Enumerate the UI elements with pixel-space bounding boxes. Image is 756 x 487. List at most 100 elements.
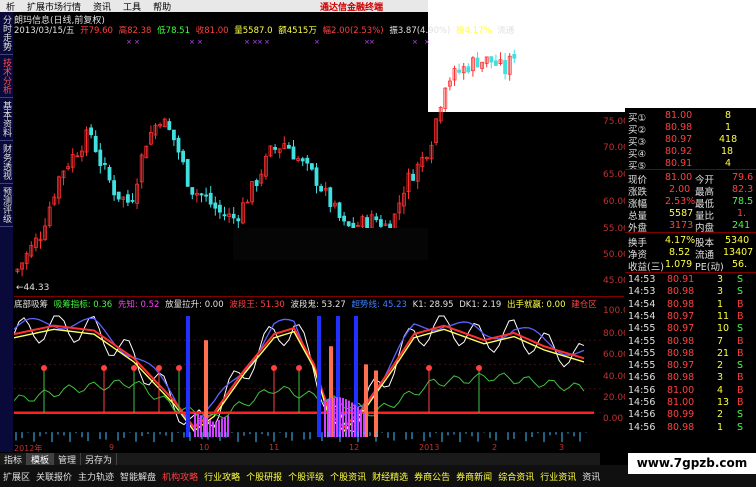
signal-bar <box>186 316 190 437</box>
indicator-chart[interactable] <box>14 308 604 443</box>
candle-body <box>346 221 351 227</box>
signal-dot <box>426 365 432 372</box>
menu-item-tools[interactable]: 工具 <box>117 0 147 13</box>
signal-marker: × <box>189 38 195 46</box>
tab-basic-info[interactable]: 基本资料 <box>0 98 13 141</box>
candle-body <box>309 163 314 170</box>
date-label: 2013 <box>419 443 440 452</box>
menu-item-analysis[interactable]: 析 <box>0 0 21 13</box>
candle-body <box>185 159 190 187</box>
stat-row: 现价 81.00 今开 79.6 <box>628 172 754 186</box>
signal-bar <box>374 370 378 437</box>
menu-item-help[interactable]: 帮助 <box>147 0 177 13</box>
signal-marker: × <box>264 38 270 46</box>
histogram-bar <box>215 421 217 437</box>
histogram-bar <box>333 397 335 437</box>
date-label: 2 <box>492 443 498 452</box>
candle-body <box>378 219 383 227</box>
candle-body <box>107 167 112 181</box>
candle-body <box>286 144 291 149</box>
candle-body <box>503 60 508 75</box>
quote-panel: 买① 81.00 8 买② 80.98 1 买③ 80.97 418 买④ 80.92 18 买… <box>625 108 756 453</box>
footer-item[interactable]: 资讯 <box>579 470 603 483</box>
candle-body <box>213 202 218 209</box>
order-book-row: 买① 81.00 8 <box>628 110 732 124</box>
candle-body <box>328 187 333 207</box>
footer-item[interactable]: 主力轨迹 <box>75 470 117 483</box>
candle-body <box>411 173 416 181</box>
footer-item[interactable]: 综合资讯 <box>495 470 537 483</box>
pane-divider <box>14 296 624 297</box>
date-label: 9 <box>109 443 115 452</box>
histogram-bar <box>360 409 362 437</box>
tick-row: 14:56 81.00 4 B <box>628 384 744 396</box>
candle-body <box>208 192 213 205</box>
candle-body <box>199 193 204 196</box>
footer-item[interactable]: 行业资讯 <box>537 470 579 483</box>
menu-item-extended-market[interactable]: 扩展市场行情 <box>21 0 87 13</box>
footer-item[interactable]: 券商公告 <box>411 470 453 483</box>
tick-row: 14:56 80.98 1 S <box>628 421 744 433</box>
candle-body <box>126 194 130 203</box>
footer-item[interactable]: 个股资讯 <box>327 470 369 483</box>
footer-item[interactable]: 行业攻略 <box>201 470 243 483</box>
histogram-bar <box>209 419 211 437</box>
footer-item[interactable]: 机构攻略 <box>159 470 201 483</box>
tick-row: 14:55 80.97 10 S <box>628 323 744 335</box>
footer-item[interactable]: 券商新闻 <box>453 470 495 483</box>
candle-body <box>204 194 209 197</box>
candle-body <box>493 60 498 66</box>
tick-row: 14:55 80.98 21 B <box>628 347 744 359</box>
footer-item[interactable]: 个股评级 <box>285 470 327 483</box>
date-label: 3 <box>559 443 565 452</box>
signal-dot <box>296 365 302 372</box>
tab-indicator[interactable]: 指标 <box>0 453 28 466</box>
footer-item[interactable]: 智能解盘 <box>117 470 159 483</box>
candle-body <box>273 147 278 150</box>
candle-body <box>319 185 324 192</box>
histogram-bar <box>336 397 338 437</box>
tab-manage[interactable]: 管理 <box>54 453 82 466</box>
signal-marker: × <box>197 38 203 46</box>
histogram-bar <box>324 400 326 437</box>
order-book-row: 买④ 80.92 18 <box>628 146 734 160</box>
histogram-bar <box>348 400 350 437</box>
watermark-logo: www.7gpzb.com <box>628 452 756 474</box>
footer-item[interactable]: 财经精选 <box>369 470 411 483</box>
stat-row: 涨幅 2.53% 最低 78.5 <box>628 196 754 210</box>
candle-body <box>171 129 176 141</box>
tab-save-as[interactable]: 另存为 <box>81 453 118 466</box>
footer-item[interactable]: 扩展区 <box>0 470 33 483</box>
tab-template[interactable]: 模板 <box>27 453 55 466</box>
tick-row: 14:56 80.99 2 S <box>628 409 744 421</box>
low-price-mark: ←44.33 <box>16 283 50 293</box>
footer-item[interactable]: 关联报价 <box>33 470 75 483</box>
signal-dot <box>476 365 482 372</box>
signal-dot <box>176 365 182 372</box>
signal-marker: × <box>314 38 320 46</box>
histogram-bar <box>327 398 329 437</box>
signal-marker: × <box>412 38 418 46</box>
tick-row: 14:54 80.97 11 B <box>628 310 744 322</box>
histogram-bar <box>354 404 356 437</box>
histogram-bar <box>221 418 223 437</box>
candle-body <box>217 204 222 213</box>
candle-body <box>89 127 93 136</box>
tab-financial[interactable]: 财务透视 <box>0 141 13 184</box>
tab-forecast[interactable]: 预测评级 <box>0 184 13 227</box>
histogram-bar <box>194 412 196 437</box>
histogram-bar <box>345 399 347 437</box>
histogram-bar <box>351 402 353 437</box>
date-label: 12 <box>349 443 360 452</box>
stat-row: 净资 8.52 流通 13407 <box>628 247 754 261</box>
tab-intraday[interactable]: 分时走势 <box>0 12 13 55</box>
tick-row: 14:55 80.98 7 B <box>628 335 744 347</box>
order-book-row: 买② 80.98 1 <box>628 122 732 136</box>
candle-body <box>190 187 195 195</box>
tab-technical-analysis[interactable]: 技术分析 <box>0 55 13 98</box>
panel-divider <box>625 272 756 273</box>
footer-item[interactable]: 个股研报 <box>243 470 285 483</box>
menu-item-news[interactable]: 资讯 <box>87 0 117 13</box>
candle-body <box>475 57 480 68</box>
candle-body <box>305 157 310 164</box>
